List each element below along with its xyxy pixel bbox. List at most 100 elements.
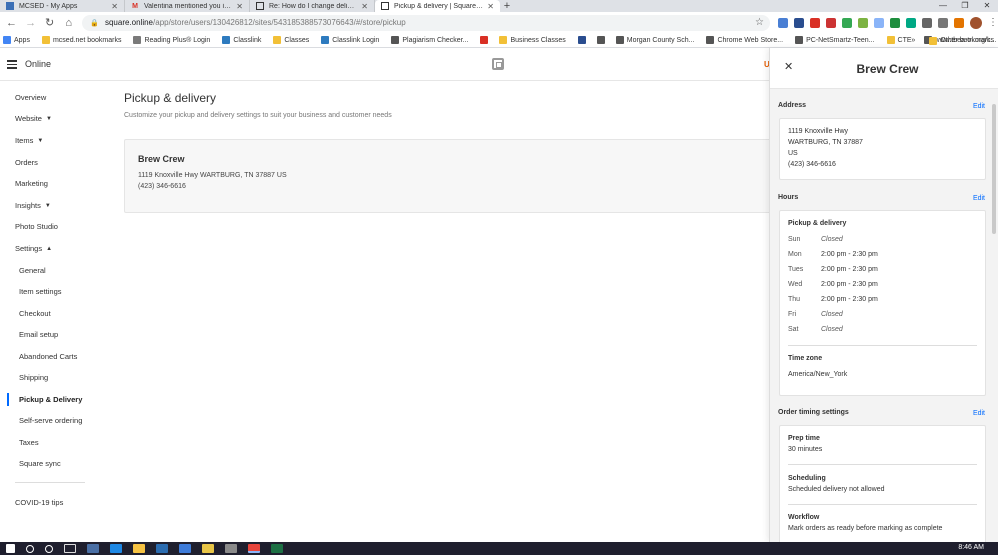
minimize-icon[interactable]: — <box>932 0 954 12</box>
location-details-panel: ✕ Brew Crew Address Edit 1119 Knoxville … <box>769 48 998 542</box>
extension-icon[interactable] <box>890 17 900 28</box>
search-icon[interactable] <box>26 544 34 553</box>
restore-icon[interactable]: ❐ <box>954 0 976 12</box>
bookmark-item[interactable] <box>577 36 589 44</box>
mail-icon[interactable] <box>156 544 168 553</box>
hamburger-menu-icon[interactable] <box>7 60 17 69</box>
extension-icon[interactable] <box>778 17 788 28</box>
puzzle-icon[interactable] <box>938 17 948 28</box>
chrome-icon[interactable] <box>248 544 260 553</box>
home-icon[interactable]: ⌂ <box>61 15 76 31</box>
sidebar-item-overview[interactable]: Overview <box>15 93 46 102</box>
sidebar-item-covid-tips[interactable]: COVID-19 tips <box>15 498 63 507</box>
close-window-icon[interactable]: ✕ <box>976 0 998 12</box>
address-bar[interactable]: 🔒 square.online /app/store/users/1304268… <box>82 14 770 31</box>
sidebar-item-photo-studio[interactable]: Photo Studio <box>15 222 58 231</box>
extension-icon[interactable] <box>906 17 916 28</box>
extension-icon[interactable] <box>842 17 852 28</box>
sidebar-sub-taxes[interactable]: Taxes <box>19 438 39 447</box>
sidebar-sub-item-settings[interactable]: Item settings <box>19 287 62 296</box>
excel-icon[interactable] <box>271 544 283 553</box>
bookmark-item[interactable]: Classes <box>273 36 309 44</box>
task-view-icon[interactable] <box>64 544 76 553</box>
bookmark-favicon-icon <box>41 36 50 44</box>
bookmark-item[interactable] <box>596 36 608 44</box>
store-icon[interactable] <box>179 544 191 553</box>
edge-icon[interactable] <box>110 544 122 553</box>
bookmark-item[interactable]: Chrome Web Store... <box>706 36 783 44</box>
sidebar-sub-abandoned-carts[interactable]: Abandoned Carts <box>19 352 77 361</box>
sidebar-sub-general[interactable]: General <box>19 266 46 275</box>
close-tab-icon[interactable]: ✕ <box>111 2 118 11</box>
bookmark-item[interactable]: Plagiarism Checker... <box>391 36 468 44</box>
browser-tab-strip: MCSED - My Apps ✕ M Valentina mentioned … <box>0 0 998 12</box>
bookmark-item[interactable] <box>480 36 491 44</box>
browser-tab-active[interactable]: Pickup & delivery | Square Onlin ✕ <box>375 0 500 12</box>
sidebar-item-marketing[interactable]: Marketing <box>15 179 48 188</box>
sidebar-sub-pickup-delivery[interactable]: Pickup & Delivery <box>19 395 82 404</box>
sidebar-item-settings[interactable]: Settings ▲ <box>15 244 52 253</box>
bookmark-item[interactable]: Classlink <box>222 36 261 44</box>
sidebar-item-website[interactable]: Website ▼ <box>15 114 52 123</box>
cortana-icon[interactable] <box>45 544 53 553</box>
more-bookmarks-icon[interactable]: » <box>911 37 915 44</box>
scheduling-label: Scheduling <box>788 475 826 482</box>
photos-icon[interactable] <box>225 544 237 553</box>
sidebar-item-orders[interactable]: Orders <box>15 158 38 167</box>
sidebar-sub-email-setup[interactable]: Email setup <box>19 330 58 339</box>
bookmark-item[interactable]: mcsed.net bookmarks <box>41 36 121 44</box>
forward-arrow-icon[interactable]: → <box>23 15 38 31</box>
extension-icon[interactable] <box>954 17 964 28</box>
store-location-card[interactable]: Brew Crew 1119 Knoxville Hwy WARTBURG, T… <box>124 139 774 213</box>
bookmark-item[interactable]: CTE <box>886 36 912 44</box>
sidebar-sub-square-sync[interactable]: Square sync <box>19 459 61 468</box>
profile-avatar[interactable] <box>970 16 982 29</box>
bookmark-item[interactable]: Reading Plus® Login <box>133 36 210 44</box>
sidebar-item-items[interactable]: Items ▼ <box>15 136 43 145</box>
sidebar-sub-checkout[interactable]: Checkout <box>19 309 51 318</box>
edit-address-link[interactable]: Edit <box>973 103 985 110</box>
bookmark-item[interactable]: Apps <box>3 36 30 44</box>
sidebar-sub-shipping[interactable]: Shipping <box>19 373 48 382</box>
reload-icon[interactable]: ↻ <box>42 15 57 31</box>
close-tab-icon[interactable]: ✕ <box>236 2 243 11</box>
new-tab-button[interactable]: + <box>500 0 514 12</box>
browser-tab-3[interactable]: Re: How do I change delivery da ✕ <box>250 0 375 12</box>
bookmark-star-icon[interactable]: ☆ <box>755 17 764 28</box>
extension-icon[interactable] <box>858 17 868 28</box>
other-bookmarks-folder[interactable]: Other bookmarks <box>929 36 994 45</box>
panel-scrollbar[interactable] <box>992 104 996 234</box>
bookmark-label: Apps <box>14 36 30 44</box>
close-tab-icon[interactable]: ✕ <box>361 2 368 11</box>
address-phone: (423) 346-6616 <box>788 161 836 168</box>
close-tab-icon[interactable]: ✕ <box>487 2 494 11</box>
bookmark-item[interactable]: Classlink Login <box>321 36 379 44</box>
bookmark-item[interactable]: PC-NetSmartz-Teen... <box>795 36 875 44</box>
sidebar-item-insights[interactable]: Insights ▼ <box>15 201 51 210</box>
sticky-notes-icon[interactable] <box>202 544 214 553</box>
square-logo-icon[interactable] <box>492 58 504 70</box>
bookmark-label: Classlink Login <box>332 36 380 44</box>
hours-day: Tues <box>788 266 804 273</box>
folder-icon <box>929 36 938 45</box>
more-vert-icon[interactable]: ⋮ <box>988 17 998 28</box>
calculator-icon[interactable] <box>87 544 99 553</box>
windows-start-icon[interactable] <box>6 544 15 553</box>
edit-hours-link[interactable]: Edit <box>973 195 985 202</box>
extension-icon[interactable] <box>794 17 804 28</box>
back-arrow-icon[interactable]: ← <box>4 15 19 31</box>
browser-tab-1[interactable]: MCSED - My Apps ✕ <box>0 0 125 12</box>
extension-icon[interactable] <box>826 17 836 28</box>
extension-icon[interactable] <box>874 17 884 28</box>
bookmark-item[interactable]: Business Classes <box>499 36 566 44</box>
extension-icon[interactable] <box>810 17 820 28</box>
hours-time: 2:00 pm - 2:30 pm <box>821 296 878 303</box>
file-explorer-icon[interactable] <box>133 544 145 553</box>
browser-tab-2[interactable]: M Valentina mentioned you in the ✕ <box>125 0 250 12</box>
bookmark-item[interactable]: Morgan County Sch... <box>615 36 694 44</box>
tab-favicon-icon <box>6 2 14 10</box>
extension-icon[interactable] <box>922 17 932 28</box>
bookmark-label: CTE <box>897 36 912 44</box>
edit-order-timing-link[interactable]: Edit <box>973 410 985 417</box>
sidebar-sub-self-serve-ordering[interactable]: Self-serve ordering <box>19 416 82 425</box>
